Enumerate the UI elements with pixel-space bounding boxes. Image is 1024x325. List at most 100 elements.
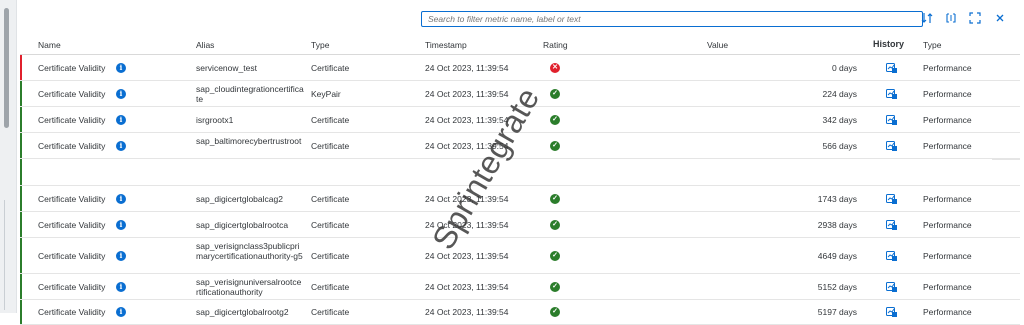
- row-status-indicator: [20, 133, 22, 158]
- history-chart-icon[interactable]: [886, 251, 897, 261]
- success-icon: ✓: [550, 194, 560, 204]
- history-chart-icon[interactable]: [886, 220, 897, 230]
- metric-value: 1743 days: [817, 194, 857, 204]
- left-panel-scrollbar[interactable]: [0, 0, 17, 313]
- metric-category: Performance: [923, 141, 972, 151]
- metric-name: Certificate Validity: [38, 89, 106, 99]
- info-icon[interactable]: i: [116, 89, 126, 99]
- metric-name: Certificate Validity: [38, 63, 106, 73]
- metric-name: Certificate Validity: [38, 141, 106, 151]
- success-icon: ✓: [550, 251, 560, 261]
- metric-timestamp: 24 Oct 2023, 11:39:54: [425, 89, 509, 99]
- table-row[interactable]: Certificate Validity i sap_digicertglobalr…: [20, 212, 1020, 238]
- info-icon[interactable]: i: [116, 194, 126, 204]
- metric-type: KeyPair: [311, 89, 341, 99]
- row-status-indicator: [20, 186, 22, 211]
- sort-icon[interactable]: [920, 12, 934, 26]
- metric-name: Certificate Validity: [38, 220, 106, 230]
- column-header-name[interactable]: Name: [38, 40, 61, 50]
- info-icon[interactable]: i: [116, 251, 126, 261]
- history-chart-icon[interactable]: [886, 282, 897, 292]
- info-icon[interactable]: i: [116, 115, 126, 125]
- metric-value: 224 days: [822, 89, 858, 99]
- row-status-indicator: [20, 159, 22, 185]
- row-status-indicator: [20, 274, 22, 299]
- metric-category: Performance: [923, 115, 972, 125]
- metric-category: Performance: [923, 251, 972, 261]
- column-header-type2[interactable]: Type: [923, 40, 941, 50]
- metric-type: Certificate: [311, 251, 350, 261]
- column-header-history[interactable]: History: [873, 39, 904, 49]
- metric-timestamp: 24 Oct 2023, 11:39:54: [425, 194, 509, 204]
- table-row[interactable]: Certificate Validity i servicenow_test Cert…: [20, 55, 1020, 81]
- metric-type: Certificate: [311, 282, 350, 292]
- table-row[interactable]: Certificate Validity i sap_verisignunivers…: [20, 274, 1020, 300]
- metric-alias: sap_cloudintegrationcertificate: [196, 84, 304, 104]
- metric-type: Certificate: [311, 115, 350, 125]
- metric-type: Certificate: [311, 141, 350, 151]
- metric-type: Certificate: [311, 194, 350, 204]
- filter-icon[interactable]: [944, 12, 958, 26]
- table-row[interactable]: Certificate Validity i sap_verisignclass3p…: [20, 238, 1020, 274]
- history-chart-icon[interactable]: [886, 141, 897, 151]
- success-icon: ✓: [550, 141, 560, 151]
- row-status-indicator: [20, 81, 22, 106]
- metric-type: Certificate: [311, 220, 350, 230]
- column-header-type[interactable]: Type: [311, 40, 329, 50]
- metric-timestamp: 24 Oct 2023, 11:39:54: [425, 251, 509, 261]
- metric-value: 0 days: [831, 63, 857, 73]
- metric-alias: servicenow_test: [196, 63, 257, 73]
- metric-name: Certificate Validity: [38, 251, 106, 261]
- metric-value: 566 days: [822, 141, 858, 151]
- column-header-rating[interactable]: Rating: [543, 40, 568, 50]
- toolbar: [20, 8, 1024, 32]
- panel-divider: [4, 200, 5, 310]
- info-icon[interactable]: i: [116, 307, 126, 317]
- metric-timestamp: 24 Oct 2023, 11:39:54: [425, 220, 509, 230]
- history-chart-icon[interactable]: [886, 89, 897, 99]
- info-icon[interactable]: i: [116, 141, 126, 151]
- table-row[interactable]: Certificate Validity i isrgrootx1 Certifica…: [20, 107, 1020, 133]
- metric-alias: isrgrootx1: [196, 115, 234, 125]
- metric-value: 2938 days: [817, 220, 857, 230]
- metric-value: 5152 days: [817, 282, 857, 292]
- search-input[interactable]: [428, 12, 916, 26]
- row-status-indicator: [20, 300, 22, 324]
- table-row[interactable]: Certificate Validity i sap_baltimorecybert…: [20, 133, 1020, 159]
- table-header: Name Alias Type Timestamp Rating Value H…: [20, 34, 1020, 55]
- metric-type: Certificate: [311, 63, 350, 73]
- metric-name: Certificate Validity: [38, 115, 106, 125]
- table-row[interactable]: Certificate Validity i sap_digicertglobalc…: [20, 186, 1020, 212]
- info-icon[interactable]: i: [116, 63, 126, 73]
- column-header-value[interactable]: Value: [707, 40, 728, 50]
- empty-row: [20, 159, 1020, 186]
- metric-timestamp: 24 Oct 2023, 11:39:54: [425, 115, 509, 125]
- info-icon[interactable]: i: [116, 220, 126, 230]
- history-chart-icon[interactable]: [886, 63, 897, 73]
- success-icon: ✓: [550, 307, 560, 317]
- metric-alias: sap_verisignuniversalrootcertificationau…: [196, 277, 302, 297]
- metric-alias: sap_baltimorecybertrustroot: [196, 136, 302, 146]
- row-status-indicator: [20, 238, 22, 273]
- metric-timestamp: 24 Oct 2023, 11:39:54: [425, 63, 509, 73]
- fullscreen-icon[interactable]: [968, 12, 982, 26]
- metric-value: 342 days: [822, 115, 858, 125]
- history-chart-icon[interactable]: [886, 194, 897, 204]
- search-field[interactable]: [421, 11, 923, 27]
- metric-alias: sap_digicertglobalcag2: [196, 194, 283, 204]
- table-row[interactable]: Certificate Validity i sap_cloudintegratio…: [20, 81, 1020, 107]
- metric-timestamp: 24 Oct 2023, 11:39:54: [425, 282, 509, 292]
- column-header-timestamp[interactable]: Timestamp: [425, 40, 467, 50]
- success-icon: ✓: [550, 115, 560, 125]
- column-header-alias[interactable]: Alias: [196, 40, 214, 50]
- metric-category: Performance: [923, 220, 972, 230]
- history-chart-icon[interactable]: [886, 115, 897, 125]
- success-icon: ✓: [550, 220, 560, 230]
- history-chart-icon[interactable]: [886, 307, 897, 317]
- metric-alias: sap_verisignclass3publicprimarycertifica…: [196, 241, 303, 261]
- row-status-indicator: [20, 55, 22, 80]
- metric-value: 4649 days: [817, 251, 857, 261]
- info-icon[interactable]: i: [116, 282, 126, 292]
- scroll-thumb[interactable]: [4, 8, 9, 128]
- close-icon[interactable]: [993, 12, 1007, 26]
